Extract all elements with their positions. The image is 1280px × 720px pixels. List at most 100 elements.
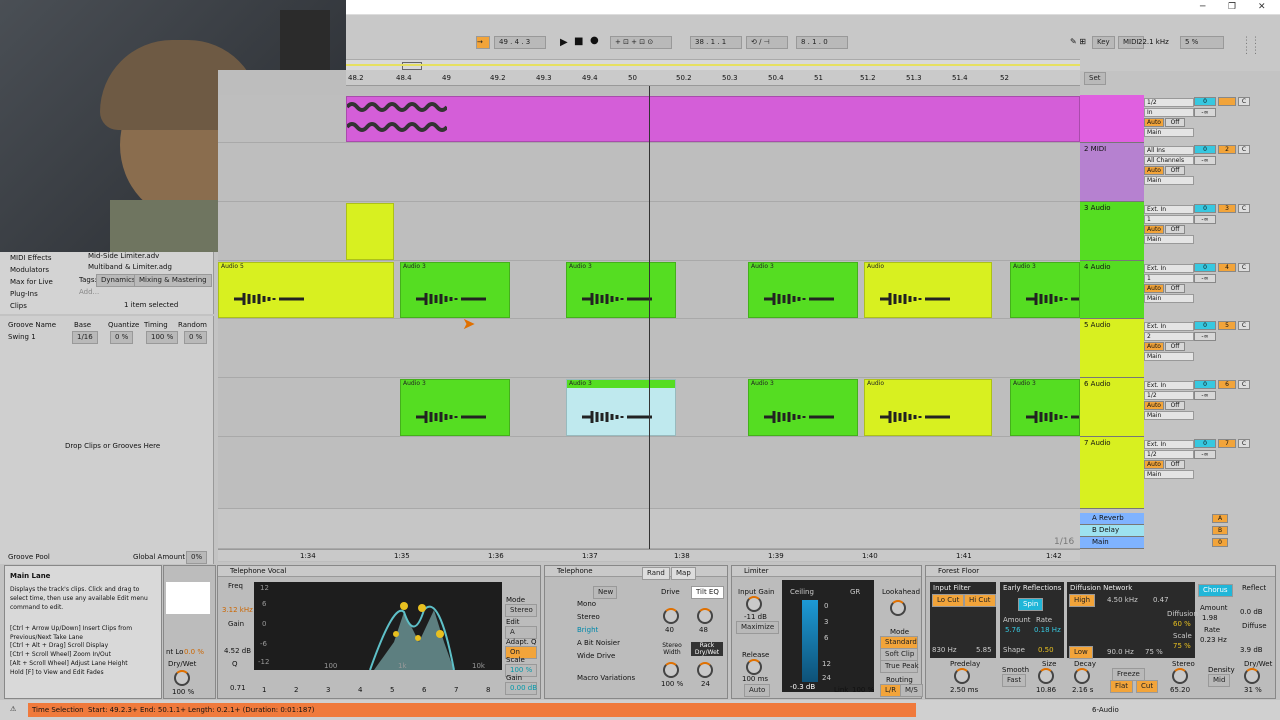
- release-knob[interactable]: [746, 659, 762, 675]
- diffusion-value[interactable]: 60 %: [1173, 620, 1191, 628]
- input-gain-knob[interactable]: [746, 596, 762, 612]
- send-value[interactable]: -∞: [1194, 156, 1216, 165]
- mode-select[interactable]: Stereo: [505, 604, 537, 617]
- low-toggle[interactable]: Low: [1069, 646, 1093, 659]
- return-number[interactable]: B: [1212, 526, 1228, 535]
- predelay-knob[interactable]: [954, 668, 970, 684]
- audio-clip[interactable]: Audio: [864, 379, 992, 436]
- gain-value[interactable]: 4.52 dB: [224, 647, 251, 655]
- variation-bright[interactable]: Bright: [577, 626, 598, 634]
- mixer-num[interactable]: [1218, 97, 1236, 106]
- tilt-eq-knob[interactable]: [697, 608, 713, 624]
- device-title[interactable]: Forest Floor: [926, 566, 1275, 577]
- track-name[interactable]: 2 MIDI: [1080, 143, 1144, 155]
- monitor-mon[interactable]: Auto: [1144, 225, 1164, 234]
- ceiling-value[interactable]: -0.3 dB: [790, 683, 815, 691]
- audio-clip[interactable]: Audio: [864, 262, 992, 318]
- groove-timing[interactable]: 100 %: [146, 331, 179, 344]
- low-gain[interactable]: 75 %: [1145, 648, 1163, 656]
- input-select[interactable]: Ext. In: [1144, 205, 1194, 214]
- q-value[interactable]: 0.71: [230, 684, 246, 692]
- groove-name[interactable]: Swing 1: [8, 333, 36, 341]
- rand-button[interactable]: Rand: [642, 567, 670, 580]
- variation-wide-drive[interactable]: Wide Drive: [577, 652, 615, 660]
- mixer-num[interactable]: 2: [1218, 145, 1236, 154]
- pencil-icon[interactable]: ✎ ⊞: [1070, 37, 1086, 46]
- variation-mono[interactable]: Mono: [577, 600, 596, 608]
- track-name[interactable]: 7 Audio: [1080, 437, 1144, 449]
- reflect-value[interactable]: 0.0 dB: [1240, 608, 1263, 616]
- output-select[interactable]: Main: [1144, 352, 1194, 361]
- input-select[interactable]: Ext. In: [1144, 440, 1194, 449]
- device-title[interactable]: Telephone Vocal: [218, 566, 540, 577]
- output-select[interactable]: Main: [1144, 294, 1194, 303]
- routing-ms[interactable]: M/S: [900, 684, 923, 697]
- mixer-vol[interactable]: 0: [1194, 204, 1216, 213]
- monitor-off[interactable]: Off: [1165, 166, 1185, 175]
- density-select[interactable]: Mid: [1208, 674, 1231, 687]
- track-name[interactable]: 4 Audio: [1080, 261, 1144, 273]
- device-title[interactable]: Limiter: [732, 566, 921, 577]
- monitor-mon[interactable]: Auto: [1144, 166, 1164, 175]
- mixer-pan[interactable]: C: [1238, 97, 1250, 106]
- high-freq[interactable]: 4.50 kHz: [1107, 596, 1138, 604]
- lo-cut-freq[interactable]: 830 Hz: [932, 646, 957, 654]
- send-value[interactable]: -∞: [1194, 391, 1216, 400]
- return-name[interactable]: Main: [1080, 537, 1144, 547]
- close-button[interactable]: ✕: [1258, 2, 1266, 12]
- automation-controls[interactable]: + ⊡ + ⊡ ⊙: [610, 36, 672, 49]
- input-select[interactable]: 1: [1144, 274, 1194, 283]
- input-select[interactable]: 1/2: [1144, 450, 1194, 459]
- input-select[interactable]: 2: [1144, 332, 1194, 341]
- mixer-vol[interactable]: 0: [1194, 380, 1216, 389]
- band-4[interactable]: 4: [358, 686, 362, 694]
- high-toggle[interactable]: High: [1069, 594, 1096, 607]
- return-number[interactable]: 0: [1212, 538, 1228, 547]
- monitor-off[interactable]: Off: [1165, 401, 1185, 410]
- stop-icon[interactable]: ■: [574, 36, 583, 47]
- monitor-mon[interactable]: Auto: [1144, 118, 1164, 127]
- audio-clip[interactable]: Audio 3: [748, 262, 858, 318]
- audio-clip[interactable]: [346, 96, 1080, 142]
- monitor-off[interactable]: Off: [1165, 118, 1185, 127]
- mixer-vol[interactable]: 0: [1194, 145, 1216, 154]
- track-header[interactable]: [1080, 95, 1144, 143]
- audio-clip[interactable]: Audio 3: [1010, 379, 1080, 436]
- track-header[interactable]: 2 MIDI: [1080, 143, 1144, 202]
- input-select[interactable]: Ext. In: [1144, 264, 1194, 273]
- return-header[interactable]: Main: [1080, 537, 1144, 549]
- gain2-value[interactable]: 0.00 dB: [505, 682, 537, 695]
- track-name[interactable]: 3 Audio: [1080, 202, 1144, 214]
- audio-clip[interactable]: Audio 3: [566, 379, 676, 436]
- input-select[interactable]: All Channels: [1144, 156, 1194, 165]
- send-value[interactable]: -∞: [1194, 108, 1216, 117]
- band-8[interactable]: 8: [486, 686, 490, 694]
- freq-value[interactable]: 3.12 kHz: [222, 606, 253, 614]
- output-select[interactable]: Main: [1144, 235, 1194, 244]
- send-value[interactable]: -∞: [1194, 274, 1216, 283]
- set-button[interactable]: Set: [1084, 72, 1106, 85]
- input-select[interactable]: All Ins: [1144, 146, 1194, 155]
- mixer-num[interactable]: 3: [1218, 204, 1236, 213]
- chorus-toggle[interactable]: Chorus: [1198, 584, 1233, 597]
- track-header[interactable]: 5 Audio: [1080, 319, 1144, 378]
- return-header[interactable]: A Reverb: [1080, 513, 1144, 525]
- dry-wet-knob[interactable]: [174, 670, 190, 686]
- browser-file[interactable]: Multiband & Limiter.adg: [88, 263, 172, 271]
- follow-icon[interactable]: →: [476, 36, 490, 49]
- key-button[interactable]: Key: [1092, 36, 1115, 49]
- track-header[interactable]: 4 Audio: [1080, 261, 1144, 319]
- mixer-num[interactable]: 5: [1218, 321, 1236, 330]
- chorus-rate-value[interactable]: 0.23 Hz: [1200, 636, 1227, 644]
- input-select[interactable]: 1/2: [1144, 98, 1194, 107]
- monitor-mon[interactable]: Auto: [1144, 460, 1164, 469]
- new-variation-button[interactable]: New: [593, 586, 617, 599]
- groove-base[interactable]: 1/16: [72, 331, 98, 344]
- variation-stereo[interactable]: Stereo: [577, 613, 600, 621]
- track-name[interactable]: 5 Audio: [1080, 319, 1144, 331]
- minimize-button[interactable]: ─: [1200, 2, 1205, 12]
- hi-cut-freq[interactable]: 5.85: [976, 646, 992, 654]
- audio-clip[interactable]: [346, 203, 394, 260]
- hi-cut-toggle[interactable]: Hi Cut: [964, 594, 996, 607]
- amount-value[interactable]: 5.76: [1005, 626, 1021, 634]
